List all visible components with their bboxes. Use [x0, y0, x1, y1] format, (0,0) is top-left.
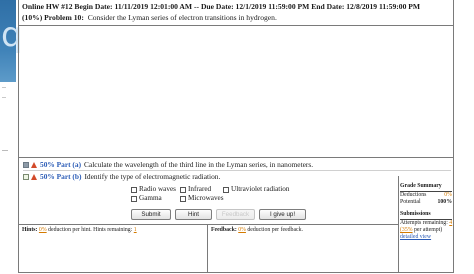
feedback-label: Feedback:	[211, 227, 237, 233]
feedback-button[interactable]: Feedback	[216, 209, 255, 220]
option-checkbox[interactable]	[131, 195, 137, 202]
part-divider	[23, 170, 451, 171]
option-ultraviolet[interactable]: Ultraviolet radiation	[223, 185, 289, 194]
problem-statement: (10%) Problem 10: Consider the Lyman ser…	[22, 12, 277, 24]
attempts-value: 4	[449, 220, 453, 226]
option-label: Radio waves	[139, 185, 176, 193]
expanded-box-icon[interactable]	[23, 173, 29, 180]
deductions-value: 0%	[444, 192, 452, 198]
parts-divider	[19, 157, 453, 158]
part-b-tag: 50% Part (b)	[40, 172, 82, 181]
hints-remaining: 1	[133, 227, 137, 233]
problem-header: Online HW #12 Begin Date: 11/11/2019 12:…	[19, 0, 453, 26]
feedback-text: deduction per feedback.	[247, 227, 303, 233]
problem-percent: (10%)	[22, 13, 43, 22]
part-a-row[interactable]: 50% Part (a) Calculate the wavelength of…	[23, 160, 313, 169]
grade-summary-title: Grade Summary	[400, 183, 452, 192]
hints-label: Hints:	[22, 227, 38, 233]
attempts-row: Attempts remaining: 4	[400, 220, 452, 227]
sidebar-tick	[2, 87, 6, 88]
grade-summary: Grade Summary Deductions 0% Potential 10…	[400, 183, 452, 206]
hints-info: Hints: 0% deduction per hint. Hints rema…	[22, 226, 137, 234]
sidebar-tick	[2, 97, 6, 98]
submissions-title: Submissions	[400, 211, 452, 220]
submissions-panel: Submissions Attempts remaining: 4 (35% p…	[400, 211, 452, 241]
problem-panel: Online HW #12 Begin Date: 11/11/2019 12:…	[18, 0, 454, 273]
part-a-text: Calculate the wavelength of the third li…	[84, 160, 314, 169]
per-attempt-percent: (35%	[400, 227, 413, 233]
problem-text: Consider the Lyman series of electron tr…	[87, 13, 277, 22]
problem-label: Problem 10:	[44, 13, 84, 22]
warning-triangle-icon	[31, 161, 37, 168]
sidebar-mark	[2, 150, 8, 151]
hints-percent: 0%	[38, 227, 47, 233]
option-infrared[interactable]: Infrared	[180, 185, 211, 194]
part-b-row[interactable]: 50% Part (b) Identify the type of electr…	[23, 172, 220, 181]
problem-footer: Hints: 0% deduction per hint. Hints rema…	[19, 224, 398, 273]
left-sidebar: q	[0, 0, 23, 274]
header-divider	[19, 25, 453, 26]
footer-divider	[207, 225, 208, 273]
part-a-tag: 50% Part (a)	[40, 160, 82, 169]
hints-text: deduction per hint. Hints remaining:	[48, 227, 133, 233]
per-attempt-row: (35% per attempt)	[400, 227, 452, 234]
feedback-percent: 0%	[238, 227, 246, 233]
option-label: Ultraviolet radiation	[231, 185, 290, 193]
option-label: Gamma	[139, 194, 162, 202]
collapsed-box-icon[interactable]	[23, 161, 29, 168]
per-attempt-suffix: per attempt)	[414, 227, 443, 233]
hint-button[interactable]: Hint	[175, 209, 212, 220]
deductions-label: Deductions	[400, 192, 427, 198]
option-gamma[interactable]: Gamma	[131, 194, 162, 203]
detailed-view-row: detailed view	[400, 234, 452, 241]
potential-label: Potential	[400, 199, 421, 205]
potential-row: Potential 100%	[400, 199, 452, 206]
sidebar-banner: q	[0, 0, 23, 82]
option-radio-waves[interactable]: Radio waves	[131, 185, 176, 194]
option-checkbox[interactable]	[180, 195, 186, 202]
give-up-button[interactable]: I give up!	[259, 209, 306, 220]
option-label: Infrared	[188, 185, 212, 193]
option-checkbox[interactable]	[180, 186, 186, 193]
option-checkbox[interactable]	[131, 186, 137, 193]
option-checkbox[interactable]	[223, 186, 229, 193]
option-microwaves[interactable]: Microwaves	[180, 194, 224, 203]
detailed-view-link[interactable]: detailed view	[400, 234, 431, 240]
part-b-text: Identify the type of electromagnetic rad…	[84, 172, 221, 181]
deductions-row: Deductions 0%	[400, 192, 452, 199]
warning-triangle-icon	[31, 173, 37, 180]
potential-value: 100%	[437, 199, 453, 205]
attempts-label: Attempts remaining:	[400, 220, 448, 226]
summary-divider	[398, 176, 399, 272]
feedback-info: Feedback: 0% deduction per feedback.	[211, 226, 303, 234]
submit-button[interactable]: Submit	[131, 209, 171, 220]
option-label: Microwaves	[188, 194, 224, 202]
